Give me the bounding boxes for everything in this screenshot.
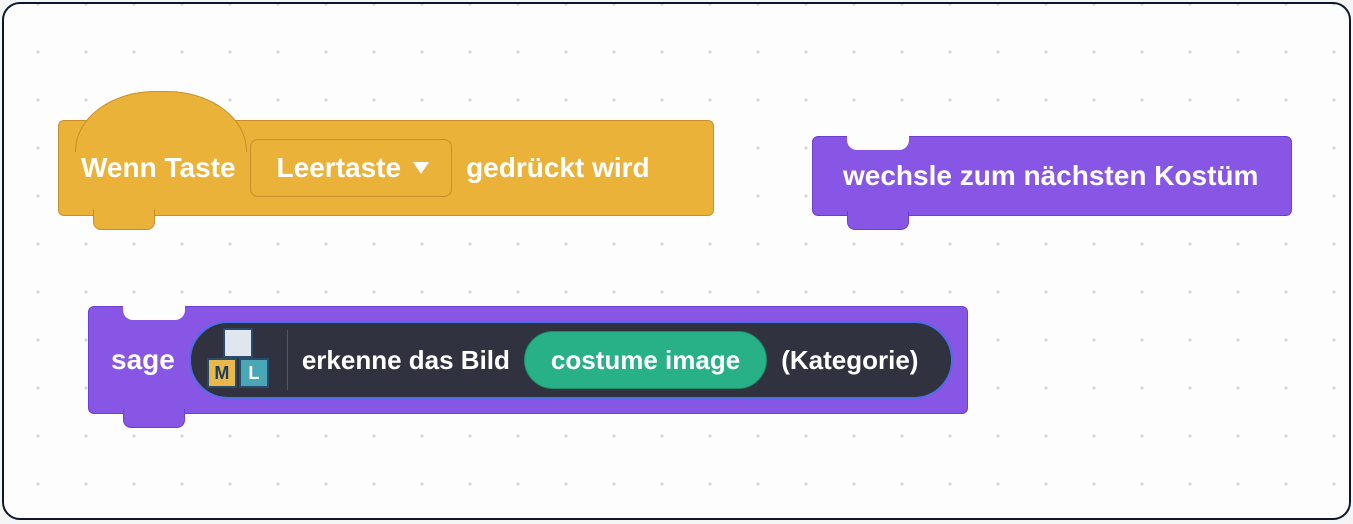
ml-reporter-recognise-image[interactable]: M L erkenne das Bild costume image (Kate… xyxy=(189,321,953,399)
ml-reporter-suffix: (Kategorie) xyxy=(781,345,918,376)
key-dropdown[interactable]: Leertaste xyxy=(250,139,453,197)
looks-block-say[interactable]: sage M L erkenne das Bild costume image … xyxy=(88,306,968,414)
event-block-when-key-pressed[interactable]: Wenn Taste Leertaste gedrückt wird xyxy=(58,120,714,216)
event-block-suffix: gedrückt wird xyxy=(466,152,650,184)
ml-blocks-icon: M L xyxy=(203,330,288,390)
block-notch xyxy=(123,306,185,320)
ml-reporter-prefix: erkenne das Bild xyxy=(302,345,510,376)
next-costume-label: wechsle zum nächsten Kostüm xyxy=(843,160,1258,192)
chevron-down-icon xyxy=(413,162,429,174)
looks-block-next-costume[interactable]: wechsle zum nächsten Kostüm xyxy=(812,136,1292,216)
event-block-prefix: Wenn Taste xyxy=(81,152,236,184)
ml-reporter-input-value: costume image xyxy=(551,345,740,376)
block-notch xyxy=(847,136,909,150)
ml-reporter-input-slot[interactable]: costume image xyxy=(524,331,767,389)
say-label: sage xyxy=(111,344,175,376)
key-dropdown-value: Leertaste xyxy=(277,152,402,184)
scratch-workspace[interactable]: Wenn Taste Leertaste gedrückt wird wechs… xyxy=(2,2,1351,520)
